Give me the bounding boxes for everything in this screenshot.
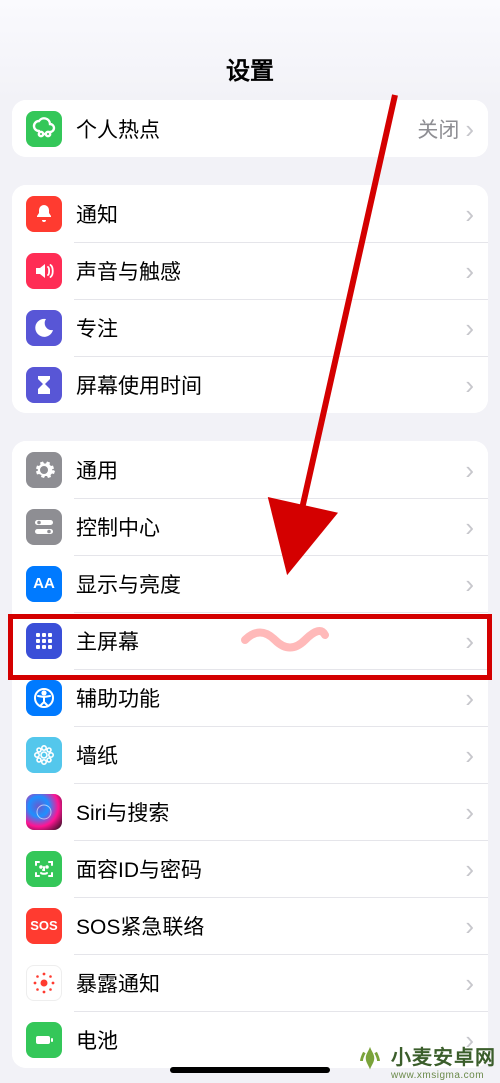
group-connectivity: 个人热点 关闭 › (12, 100, 488, 157)
row-exposure[interactable]: 暴露通知 › (12, 954, 488, 1011)
header: 设置 (0, 0, 500, 100)
row-control-center[interactable]: 控制中心 › (12, 498, 488, 555)
group-system: 通用 › 控制中心 › AA 显示与亮度 › 主屏幕 › 辅助功能 › 墙纸 › (12, 441, 488, 1068)
wheat-icon (353, 1044, 387, 1078)
chevron-right-icon: › (465, 742, 474, 768)
chevron-right-icon: › (465, 315, 474, 341)
toggles-icon (26, 509, 62, 545)
row-screentime[interactable]: 屏幕使用时间 › (12, 356, 488, 413)
row-label: SOS紧急联络 (76, 911, 465, 941)
gear-icon (26, 452, 62, 488)
row-label: 通用 (76, 455, 465, 485)
watermark-text: 小麦安卓网 (391, 1041, 496, 1070)
row-label: 专注 (76, 313, 465, 343)
speaker-icon (26, 253, 62, 289)
hotspot-icon (26, 111, 62, 147)
row-label: 通知 (76, 199, 465, 229)
chevron-right-icon: › (465, 514, 474, 540)
row-home-screen[interactable]: 主屏幕 › (12, 612, 488, 669)
row-label: 个人热点 (76, 114, 417, 144)
text-size-icon: AA (26, 566, 62, 602)
row-label: 声音与触感 (76, 256, 465, 286)
moon-icon (26, 310, 62, 346)
accessibility-icon (26, 680, 62, 716)
chevron-right-icon: › (465, 457, 474, 483)
watermark-url: www.xmsigma.com (391, 1070, 496, 1081)
chevron-right-icon: › (465, 685, 474, 711)
page-title: 设置 (226, 51, 274, 86)
row-label: 主屏幕 (76, 626, 465, 656)
row-label: 墙纸 (76, 740, 465, 770)
row-faceid[interactable]: 面容ID与密码 › (12, 840, 488, 897)
row-sos[interactable]: SOS SOS紧急联络 › (12, 897, 488, 954)
row-notifications[interactable]: 通知 › (12, 185, 488, 242)
row-detail: 关闭 (417, 114, 459, 144)
exposure-icon (26, 965, 62, 1001)
row-label: 显示与亮度 (76, 569, 465, 599)
chevron-right-icon: › (465, 628, 474, 654)
watermark: 小麦安卓网 www.xmsigma.com (353, 1041, 496, 1081)
sos-icon: SOS (26, 908, 62, 944)
siri-icon (26, 794, 62, 830)
chevron-right-icon: › (465, 571, 474, 597)
row-display[interactable]: AA 显示与亮度 › (12, 555, 488, 612)
hourglass-icon (26, 367, 62, 403)
chevron-right-icon: › (465, 372, 474, 398)
aa-label: AA (33, 575, 55, 592)
sos-label: SOS (30, 918, 57, 933)
row-label: 暴露通知 (76, 968, 465, 998)
bell-icon (26, 196, 62, 232)
row-label: 屏幕使用时间 (76, 370, 465, 400)
group-alerts: 通知 › 声音与触感 › 专注 › 屏幕使用时间 › (12, 185, 488, 413)
flower-icon (26, 737, 62, 773)
row-personal-hotspot[interactable]: 个人热点 关闭 › (12, 100, 488, 157)
row-accessibility[interactable]: 辅助功能 › (12, 669, 488, 726)
row-sounds[interactable]: 声音与触感 › (12, 242, 488, 299)
home-indicator (170, 1067, 330, 1073)
row-label: 控制中心 (76, 512, 465, 542)
row-label: 面容ID与密码 (76, 854, 465, 884)
row-general[interactable]: 通用 › (12, 441, 488, 498)
row-wallpaper[interactable]: 墙纸 › (12, 726, 488, 783)
chevron-right-icon: › (465, 258, 474, 284)
chevron-right-icon: › (465, 856, 474, 882)
grid-icon (26, 623, 62, 659)
row-label: Siri与搜索 (76, 797, 465, 827)
battery-icon (26, 1022, 62, 1058)
chevron-right-icon: › (465, 970, 474, 996)
chevron-right-icon: › (465, 799, 474, 825)
chevron-right-icon: › (465, 913, 474, 939)
faceid-icon (26, 851, 62, 887)
row-siri[interactable]: Siri与搜索 › (12, 783, 488, 840)
row-focus[interactable]: 专注 › (12, 299, 488, 356)
chevron-right-icon: › (465, 201, 474, 227)
chevron-right-icon: › (465, 116, 474, 142)
row-label: 辅助功能 (76, 683, 465, 713)
